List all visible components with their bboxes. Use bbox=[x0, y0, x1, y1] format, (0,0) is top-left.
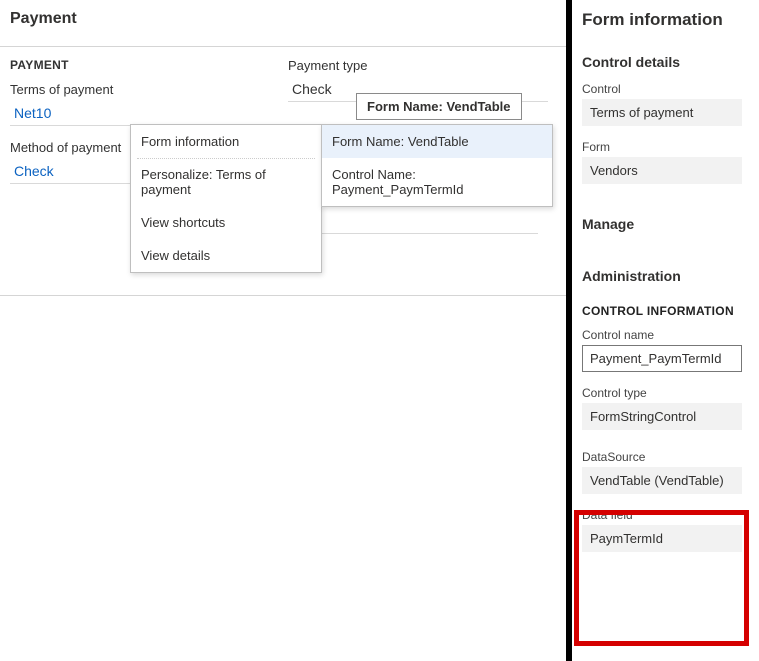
control-type-value[interactable]: FormStringControl bbox=[582, 403, 742, 430]
datasource-label: DataSource bbox=[582, 450, 747, 464]
form-name-tooltip: Form Name: VendTable bbox=[356, 93, 522, 120]
datafield-value[interactable]: PaymTermId bbox=[582, 525, 742, 552]
form-information-panel: Form information Control details Control… bbox=[572, 0, 759, 661]
page-title: Payment bbox=[0, 10, 566, 40]
context-item-personalize[interactable]: Personalize: Terms of payment bbox=[131, 158, 321, 206]
terms-of-payment-value[interactable]: Net10 bbox=[10, 101, 250, 126]
payment-schedule-value[interactable] bbox=[288, 214, 538, 234]
tooltip-text: Form Name: VendTable bbox=[367, 99, 511, 114]
context-item-form-information[interactable]: Form information bbox=[131, 125, 321, 158]
submenu-item-control-name[interactable]: Control Name: Payment_PaymTermId bbox=[322, 158, 552, 206]
control-name-label: Control name bbox=[582, 328, 747, 342]
form-info-submenu: Form Name: VendTable Control Name: Payme… bbox=[321, 124, 553, 207]
divider bbox=[0, 46, 566, 47]
administration-heading: Administration bbox=[582, 268, 747, 284]
terms-of-payment-label: Terms of payment bbox=[10, 82, 260, 97]
form-label: Form bbox=[582, 140, 747, 154]
payment-type-label: Payment type bbox=[288, 58, 558, 73]
control-name-value[interactable]: Payment_PaymTermId bbox=[582, 345, 742, 372]
context-item-view-shortcuts[interactable]: View shortcuts bbox=[131, 206, 321, 239]
manage-heading: Manage bbox=[582, 216, 747, 232]
control-details-heading: Control details bbox=[582, 54, 747, 70]
divider bbox=[0, 295, 566, 296]
datafield-label: Data field bbox=[582, 508, 747, 522]
control-type-label: Control type bbox=[582, 386, 747, 400]
form-value[interactable]: Vendors bbox=[582, 157, 742, 184]
context-item-view-details[interactable]: View details bbox=[131, 239, 321, 272]
control-value[interactable]: Terms of payment bbox=[582, 99, 742, 126]
control-information-subhead: CONTROL INFORMATION bbox=[582, 304, 747, 318]
datasource-value[interactable]: VendTable (VendTable) bbox=[582, 467, 742, 494]
control-label: Control bbox=[582, 82, 747, 96]
context-menu: Form information Personalize: Terms of p… bbox=[130, 124, 322, 273]
submenu-item-form-name[interactable]: Form Name: VendTable bbox=[322, 125, 552, 158]
section-header-payment: PAYMENT bbox=[10, 58, 260, 72]
datasource-group: DataSource VendTable (VendTable) Data fi… bbox=[582, 444, 747, 552]
side-panel-title: Form information bbox=[582, 10, 747, 30]
